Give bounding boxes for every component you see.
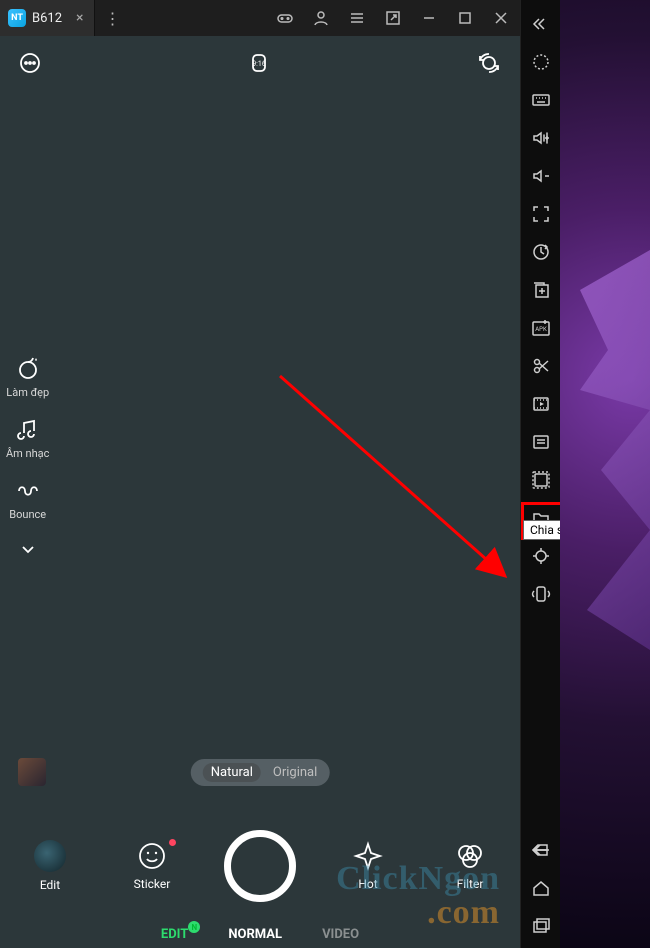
aspect-ratio-icon[interactable]: 9:16 [246,53,272,73]
bounce-label: Bounce [9,508,46,521]
home-icon[interactable] [527,876,555,900]
app-topbar: 9:16 [0,36,520,86]
volume-up-icon[interactable] [527,126,555,150]
expand-tools[interactable] [6,539,49,559]
beauty-label: Làm đẹp [6,386,49,399]
music-label: Âm nhạc [6,447,49,460]
svg-text:9:16: 9:16 [252,60,266,68]
volume-down-icon[interactable] [527,164,555,188]
beauty-tool[interactable]: Làm đẹp [6,356,49,399]
gallery-thumbnail[interactable] [18,758,46,786]
operation-record-icon[interactable] [527,430,555,454]
mode-normal[interactable]: NORMAL [228,927,282,942]
keyboard-icon[interactable] [527,88,555,112]
more-horizontal-icon[interactable] [18,51,42,75]
style-natural[interactable]: Natural [203,763,261,782]
popout-icon[interactable] [384,9,402,27]
app-tab-title: B612 [32,11,62,26]
close-icon[interactable] [492,9,510,27]
rotate-sync-icon[interactable] [527,240,555,264]
edit-label: Edit [40,878,60,892]
annotation-arrow [270,366,530,606]
scissors-icon[interactable] [527,354,555,378]
locate-icon[interactable] [527,544,555,568]
video-play-icon[interactable] [527,392,555,416]
edit-new-badge: N [188,921,200,933]
gamepad-icon[interactable] [276,9,294,27]
mode-edit[interactable]: EDITN [161,927,188,942]
back-arrow-icon[interactable] [527,838,555,862]
shutter-button[interactable] [224,830,296,902]
titlebar: NT B612 × ⋮ [0,0,520,36]
app-surface: 9:16 Làm đẹp Âm nhạc Bounce [0,36,520,948]
beauty-icon [15,356,41,382]
style-original[interactable]: Original [273,765,317,780]
left-tools: Làm đẹp Âm nhạc Bounce [6,356,49,559]
edit-button[interactable]: Edit [20,840,80,892]
menu-icon[interactable] [348,9,366,27]
emulator-window: NT B612 × ⋮ 9:16 [0,0,520,948]
svg-text:APK: APK [535,326,547,333]
edit-thumb-icon [34,840,66,872]
collapse-icon[interactable] [527,12,555,36]
side-toolbar: APK [520,0,560,948]
shake-icon[interactable] [527,582,555,606]
desktop-wallpaper [560,0,650,948]
more-vertical-icon[interactable]: ⋮ [95,9,131,28]
sticker-new-badge [169,839,176,846]
watermark: ClickNgon .com [336,862,500,930]
settings-gear-icon[interactable] [527,50,555,74]
bounce-tool[interactable]: Bounce [6,478,49,521]
user-icon[interactable] [312,9,330,27]
chevron-down-icon [18,539,38,559]
app-tab-icon: NT [8,9,26,27]
install-apk-icon[interactable]: APK [527,316,555,340]
music-tool[interactable]: Âm nhạc [6,417,49,460]
sticker-label: Sticker [134,877,171,891]
camera-viewfinder: Làm đẹp Âm nhạc Bounce [0,86,520,948]
maximize-icon[interactable] [456,9,474,27]
bounce-icon [15,478,41,504]
minimize-icon[interactable] [420,9,438,27]
style-selector[interactable]: Natural Original [191,759,330,786]
phone-frame-icon[interactable] [527,468,555,492]
sticker-icon [137,841,167,871]
music-icon [15,417,41,443]
sticker-button[interactable]: Sticker [122,841,182,891]
fullscreen2-icon[interactable] [527,202,555,226]
close-tab-icon[interactable]: × [76,10,83,26]
recent-apps-icon[interactable] [527,914,555,938]
flip-camera-icon[interactable] [476,50,502,76]
app-tab[interactable]: NT B612 × [0,0,95,36]
add-window-icon[interactable] [527,278,555,302]
